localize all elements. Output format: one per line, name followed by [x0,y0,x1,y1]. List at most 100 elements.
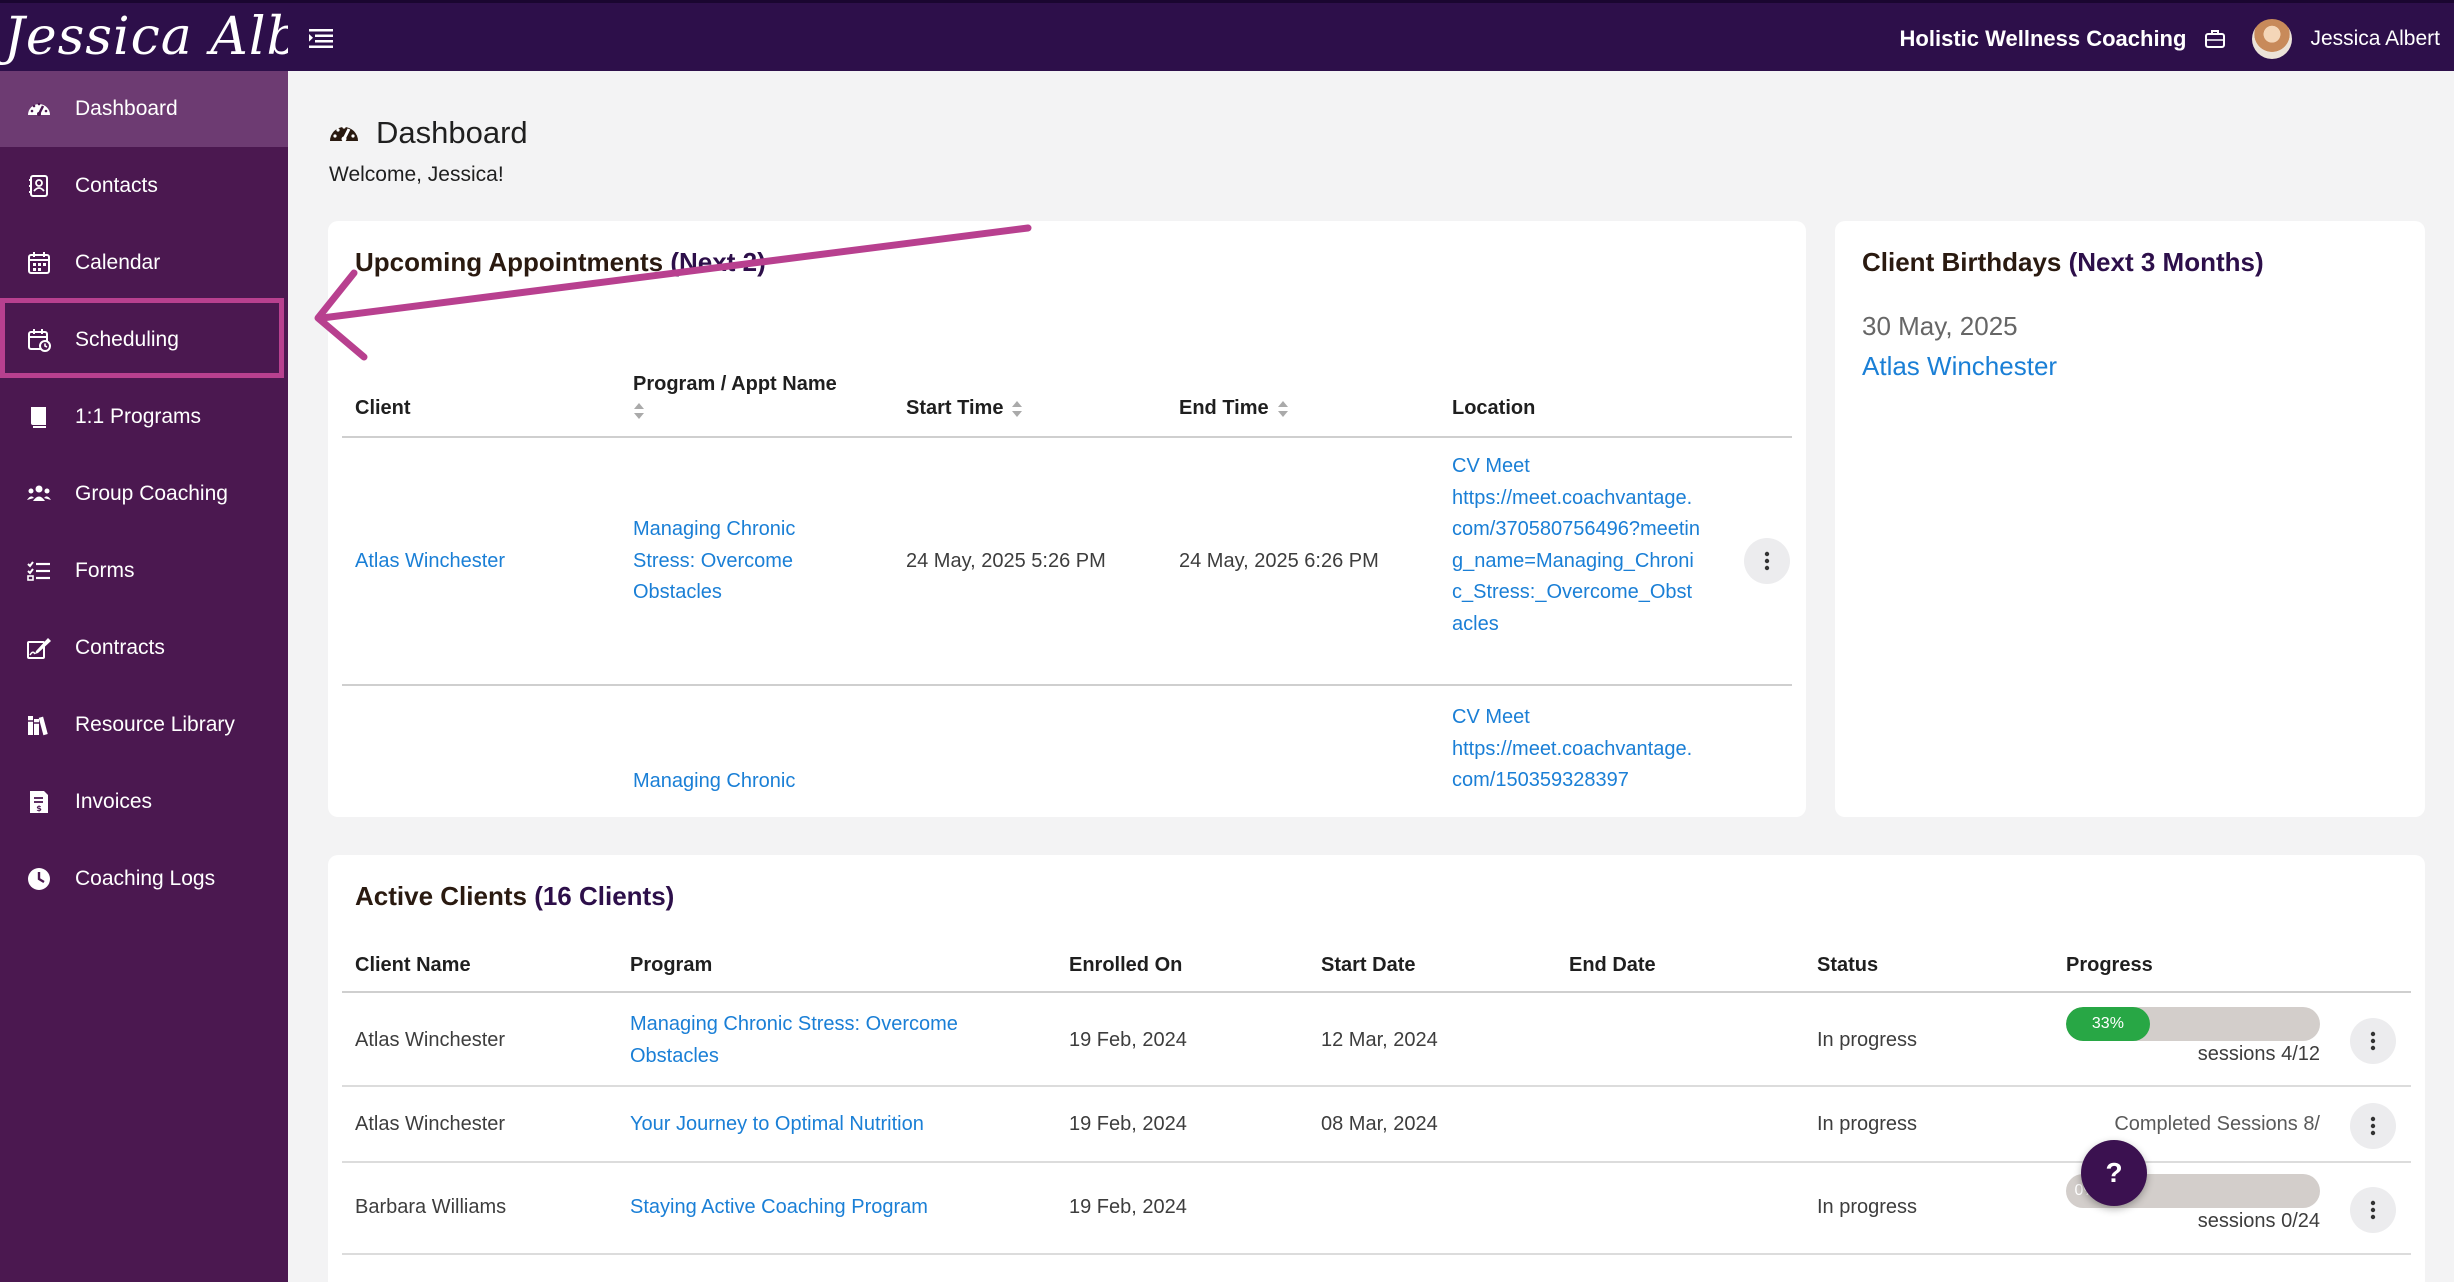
status-text: In progress [1817,1113,1918,1135]
card-title-accent: (16 Clients) [534,881,675,911]
sidebar-item-programs[interactable]: 1:1 Programs [0,379,288,455]
progress-bar: 33% [2066,1007,2320,1041]
row-actions-button[interactable] [2350,1187,2396,1233]
book-icon [25,403,53,431]
sidebar-item-label: Forms [75,559,135,582]
sidebar-item-label: 1:1 Programs [75,405,202,428]
start-date: 08 Mar, 2024 [1321,1113,1438,1135]
program-link[interactable]: Managing Chronic Stress: Overcome Obstac… [633,514,863,609]
sidebar-item-coaching-logs[interactable]: Coaching Logs [0,841,288,917]
status-text: In progress [1817,1196,1918,1218]
column-header-client[interactable]: Client [355,397,411,420]
sidebar-item-invoices[interactable]: $ Invoices [0,764,288,840]
user-name[interactable]: Jessica Albert [2310,27,2440,51]
table-row: Atlas Winchester Managing Chronic Stress… [342,994,2411,1087]
main-content: Dashboard Welcome, Jessica! Upcoming App… [288,71,2454,1282]
kebab-menu-icon [2370,1200,2376,1220]
sidebar-item-label: Contracts [75,636,165,659]
client-link[interactable]: Atlas Winchester [355,546,505,578]
start-date: 12 Mar, 2024 [1321,1029,1438,1051]
column-header-program[interactable]: Program / Appt Name [633,373,837,420]
sessions-text: Completed Sessions 8/ [2114,1113,2320,1135]
invoice-icon: $ [25,788,53,816]
table-header: Client Name Program Enrolled On Start Da… [342,939,2411,993]
menu-toggle-icon[interactable] [306,23,336,53]
users-icon [25,480,53,508]
sessions-text: sessions 0/24 [2197,1210,2320,1232]
sidebar-item-resource-library[interactable]: Resource Library [0,687,288,763]
location: CV Meet https://meet.coachvantage.com/15… [1452,702,1702,797]
meeting-url-link[interactable]: https://meet.coachvantage.com/3705807564… [1452,483,1702,641]
kebab-menu-icon [2370,1031,2376,1051]
sort-icon[interactable] [1277,400,1289,418]
end-time: 24 May, 2025 6:26 PM [1179,550,1379,572]
enrolled-on: 19 Feb, 2024 [1069,1029,1187,1051]
sidebar-item-calendar[interactable]: Calendar [0,225,288,301]
card-title-text: Client Birthdays [1862,247,2062,277]
sort-icon[interactable] [1011,400,1023,418]
column-header-start-time[interactable]: Start Time [906,397,1023,420]
program-link[interactable]: Managing Chronic [633,766,863,798]
top-bar: Jessica Albert Holistic Wellness Coachin… [0,0,2454,71]
signature-icon [25,634,53,662]
progress-cell: 33% sessions 4/12 [2066,1007,2320,1066]
column-header-start-date: Start Date [1321,954,1416,976]
sidebar-item-label: Dashboard [75,97,178,120]
list-check-icon [25,557,53,585]
sidebar-item-contacts[interactable]: Contacts [0,148,288,224]
gauge-icon [330,125,358,142]
client-name: Atlas Winchester [355,1113,506,1135]
column-header-end-date: End Date [1569,954,1656,976]
sidebar-item-scheduling[interactable]: Scheduling [0,302,288,378]
table-header: Client Program / Appt Name Start Time En… [342,313,1792,438]
card-title-accent: (Next 2) [670,247,766,277]
program-link[interactable]: Managing Chronic Stress: Overcome Obstac… [630,1009,1040,1072]
library-icon [25,711,53,739]
birthday-client-link[interactable]: Atlas Winchester [1862,351,2057,382]
kebab-menu-icon [1764,551,1770,571]
svg-text:$: $ [36,804,42,813]
page-title-text: Dashboard [376,115,528,150]
sidebar: Dashboard Contacts Calendar Scheduling 1… [0,71,288,1282]
sidebar-item-dashboard[interactable]: Dashboard [0,71,288,147]
table-row: Managing Chronic CV Meet https://meet.co… [342,688,1792,816]
column-header-label: Start Time [906,397,1004,419]
organization-name[interactable]: Holistic Wellness Coaching [1900,26,2187,52]
sidebar-item-label: Scheduling [75,328,179,351]
row-actions-button[interactable] [2350,1018,2396,1064]
sessions-text: sessions 4/12 [2197,1043,2320,1065]
page-title: Dashboard [328,115,528,151]
column-header-end-time[interactable]: End Time [1179,397,1289,420]
program-link[interactable]: Staying Active Coaching Program [630,1192,928,1224]
column-header-program: Program [630,954,713,976]
logo[interactable]: Jessica Albert [0,3,288,74]
progress-label: 33% [2091,1015,2124,1032]
card-title-text: Active Clients [355,881,527,911]
location-name[interactable]: CV Meet [1452,702,1702,734]
row-actions-button[interactable] [1744,538,1790,584]
scheduling-icon [25,326,53,354]
program-link[interactable]: Your Journey to Optimal Nutrition [630,1109,924,1141]
contact-book-icon [25,172,53,200]
client-name: Barbara Williams [355,1196,507,1218]
briefcase-icon[interactable] [2204,28,2226,50]
sort-icon[interactable] [633,402,645,420]
sidebar-item-label: Coaching Logs [75,867,216,890]
column-header-label: Program / Appt Name [633,373,837,395]
sidebar-item-label: Calendar [75,251,161,274]
sidebar-item-group-coaching[interactable]: Group Coaching [0,456,288,532]
sidebar-item-forms[interactable]: Forms [0,533,288,609]
row-actions-button[interactable] [2350,1103,2396,1149]
meeting-url-link[interactable]: https://meet.coachvantage.com/1503593283… [1452,734,1702,797]
sidebar-item-contracts[interactable]: Contracts [0,610,288,686]
welcome-message: Welcome, Jessica! [329,163,504,186]
sidebar-item-label: Group Coaching [75,482,228,505]
calendar-icon [25,249,53,277]
help-button[interactable]: ? [2081,1140,2147,1206]
avatar[interactable] [2252,18,2293,59]
sidebar-item-label: Invoices [75,790,153,813]
account-area: Holistic Wellness Coaching Jessica Alber… [1900,3,2440,74]
location-name[interactable]: CV Meet [1452,451,1702,483]
column-header-progress: Progress [2066,954,2153,976]
column-header-label: End Time [1179,397,1269,419]
